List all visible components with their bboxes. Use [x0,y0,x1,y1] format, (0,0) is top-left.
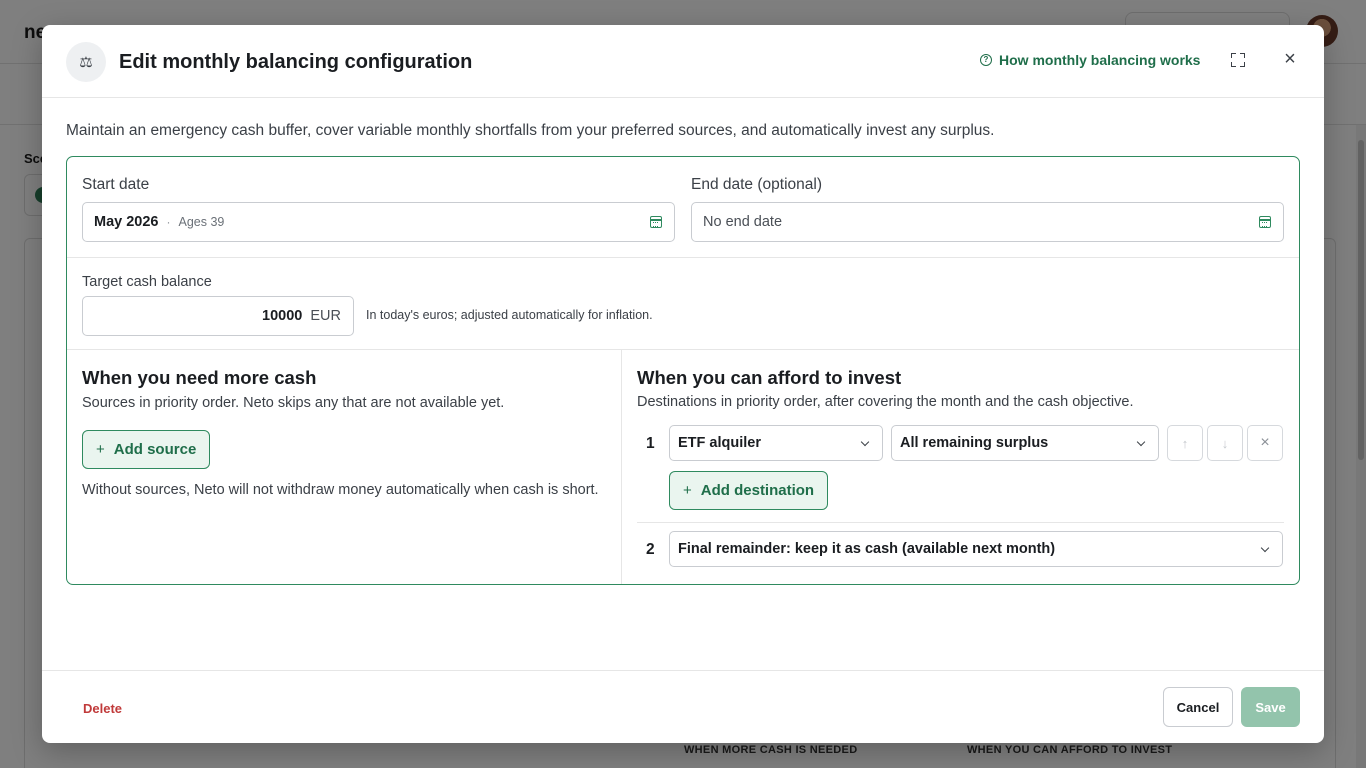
add-source-label: Add source [113,441,197,458]
target-cash-value: 10000 [262,308,303,324]
chevron-down-icon [1260,543,1270,553]
config-panel: Start date May 2026 · Ages 39 End date (… [66,156,1300,585]
destinations-column: When you can afford to invest Destinatio… [622,350,1299,584]
move-up-button[interactable]: ↑ [1167,425,1203,461]
chevron-down-icon [1136,437,1146,447]
target-cash-currency: EUR [310,308,341,324]
plus-icon: + [96,441,105,458]
target-cash-row: Target cash balance 10000 EUR In today's… [67,258,1299,350]
date-separator: · [166,215,171,229]
destination-divider [637,522,1284,523]
add-source-button[interactable]: + Add source [82,430,211,469]
sources-column: When you need more cash Sources in prior… [67,350,622,584]
end-date-label: End date (optional) [691,176,822,193]
help-link-label: How monthly balancing works [999,52,1201,68]
end-date-placeholder: No end date [703,214,783,230]
end-date-input[interactable]: No end date [691,202,1284,242]
close-icon: × [1260,434,1270,451]
target-cash-label: Target cash balance [82,274,212,290]
delete-button[interactable]: Delete [83,701,122,716]
dates-row: Start date May 2026 · Ages 39 End date (… [67,157,1299,258]
target-cash-input[interactable]: 10000 EUR [82,296,354,336]
balancing-config-dialog: ⚖ Edit monthly balancing configuration ?… [42,25,1324,743]
final-remainder-value: Final remainder: keep it as cash (availa… [678,541,1056,557]
destination-target-value: ETF alquiler [678,435,761,451]
plus-icon: + [683,482,692,499]
start-date-label: Start date [82,176,150,193]
calendar-icon [650,216,662,228]
close-icon[interactable]: × [1278,47,1302,71]
help-link[interactable]: ? How monthly balancing works [980,52,1200,68]
calendar-icon [1259,216,1271,228]
destination-priority: 2 [646,541,655,558]
help-circle-icon: ? [980,54,992,66]
sources-subtitle: Sources in priority order. Neto skips an… [82,395,505,411]
add-destination-label: Add destination [700,482,815,499]
sources-note: Without sources, Neto will not withdraw … [82,482,599,498]
dialog-header: ⚖ Edit monthly balancing configuration ?… [42,25,1324,98]
dialog-description: Maintain an emergency cash buffer, cover… [66,122,995,139]
remove-destination-button[interactable]: × [1247,425,1283,461]
destinations-subtitle: Destinations in priority order, after co… [637,394,1134,410]
final-remainder-select[interactable]: Final remainder: keep it as cash (availa… [669,531,1283,567]
save-button[interactable]: Save [1241,687,1300,727]
arrow-down-icon: ↓ [1221,435,1229,451]
expand-icon[interactable] [1228,50,1248,70]
destination-priority: 1 [646,435,655,452]
move-down-button[interactable]: ↓ [1207,425,1243,461]
start-date-input[interactable]: May 2026 · Ages 39 [82,202,675,242]
start-date-ages: Ages 39 [178,215,225,229]
start-date-value: May 2026 [94,214,159,230]
add-destination-button[interactable]: + Add destination [669,471,829,510]
destination-target-select[interactable]: ETF alquiler [669,425,883,461]
chevron-down-icon [860,437,870,447]
target-cash-hint: In today's euros; adjusted automatically… [366,308,653,322]
cancel-button[interactable]: Cancel [1163,687,1233,727]
scale-icon: ⚖ [66,42,106,82]
arrow-up-icon: ↑ [1181,435,1189,451]
destination-amount-select[interactable]: All remaining surplus [891,425,1159,461]
destinations-title: When you can afford to invest [637,367,902,388]
destination-amount-value: All remaining surplus [900,435,1049,451]
dialog-title: Edit monthly balancing configuration [119,51,473,73]
sources-title: When you need more cash [82,367,317,388]
dialog-footer: Delete Cancel Save [42,670,1324,743]
